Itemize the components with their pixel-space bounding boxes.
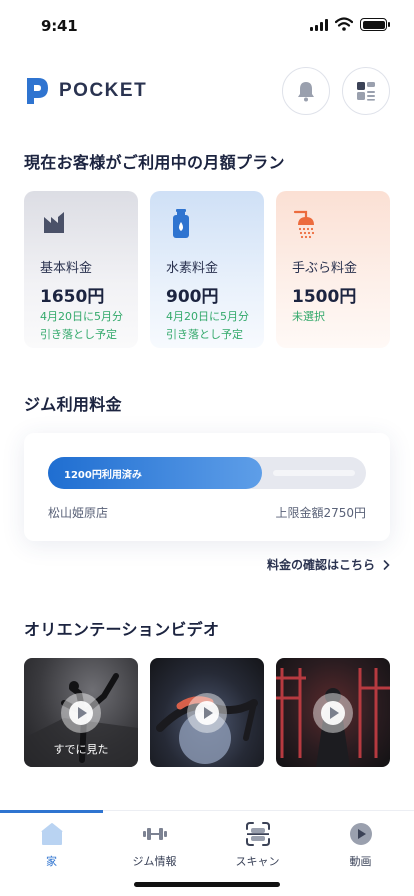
play-button[interactable] xyxy=(313,693,353,733)
plan-card-hydrogen[interactable]: 水素料金 900円 4月20日に5月分 引き落とし予定 xyxy=(150,191,264,348)
plan-label: 水素料金 xyxy=(166,261,219,276)
progress-used-label: 1200円利用済み xyxy=(64,470,142,481)
plan-price: 900円 xyxy=(166,287,219,307)
plan-card-shower[interactable]: 手ぶら料金 1500円 未選択 xyxy=(276,191,390,348)
home-indicator xyxy=(134,882,280,887)
bell-icon xyxy=(298,82,314,102)
tab-label: ジム情報 xyxy=(132,855,177,868)
home-icon xyxy=(40,823,63,845)
wifi-icon xyxy=(335,17,353,31)
progress-remainder xyxy=(273,470,355,476)
tab-videos[interactable]: 動画 xyxy=(309,811,412,875)
video-play-icon xyxy=(349,823,372,845)
play-icon xyxy=(330,707,339,719)
hydrogen-bottle-icon xyxy=(173,209,189,238)
logo-text: POCKET xyxy=(59,80,148,101)
gym-fee-title: ジム利用料金 xyxy=(24,395,122,414)
play-button[interactable] xyxy=(61,693,101,733)
video-thumbnail-3[interactable] xyxy=(276,658,390,767)
play-button[interactable] xyxy=(187,693,227,733)
plan-price: 1650円 xyxy=(40,287,105,307)
play-icon xyxy=(78,707,87,719)
basic-plan-icon xyxy=(44,212,64,233)
plan-card-basic[interactable]: 基本料金 1650円 4月20日に5月分 引き落とし予定 xyxy=(24,191,138,348)
tab-gym-info[interactable]: ジム情報 xyxy=(103,811,206,875)
videos-title: オリエンテーションビデオ xyxy=(24,620,220,639)
plan-note: 未選択 xyxy=(292,310,325,323)
cellular-signal-icon xyxy=(310,19,328,31)
plan-price: 1500円 xyxy=(292,287,357,307)
shower-icon xyxy=(293,210,315,239)
progress-fill: 1200円利用済み xyxy=(48,457,262,489)
video-thumbnail-2[interactable] xyxy=(150,658,264,767)
menu-button[interactable] xyxy=(342,67,390,115)
plan-note: 4月20日に5月分 引き落とし予定 xyxy=(166,310,249,341)
fee-details-link[interactable]: 料金の確認はこちら xyxy=(267,556,390,573)
pocket-logo-icon xyxy=(27,78,48,104)
scan-icon xyxy=(245,822,270,846)
status-time: 9:41 xyxy=(41,17,78,35)
fee-details-link-label: 料金の確認はこちら xyxy=(266,558,375,572)
app-logo: POCKET xyxy=(24,74,147,108)
status-bar: 9:41 xyxy=(0,0,414,50)
grid-menu-icon xyxy=(357,82,375,101)
gym-fee-limit: 上限金額2750円 xyxy=(275,506,366,520)
tab-label: 動画 xyxy=(349,855,372,868)
battery-icon xyxy=(360,18,390,31)
plan-label: 手ぶら料金 xyxy=(292,261,358,276)
tab-scan[interactable]: スキャン xyxy=(206,811,309,875)
plan-note: 4月20日に5月分 引き落とし予定 xyxy=(40,310,123,341)
watched-caption: すでに見た xyxy=(53,743,109,756)
plans-title: 現在お客様がご利用中の月額プラン xyxy=(24,153,285,172)
play-icon xyxy=(204,707,213,719)
tab-label: スキャン xyxy=(235,855,280,868)
video-thumbnail-1[interactable]: すでに見た xyxy=(24,658,138,767)
tab-label: 家 xyxy=(46,855,57,868)
dumbbell-icon xyxy=(142,828,167,840)
gym-fee-card: 1200円利用済み 松山姫原店 上限金額2750円 xyxy=(24,433,390,541)
gym-store-name: 松山姫原店 xyxy=(48,506,109,520)
chevron-right-icon xyxy=(383,559,390,570)
notification-button[interactable] xyxy=(282,67,330,115)
plan-label: 基本料金 xyxy=(40,261,93,276)
gym-fee-progress-bar: 1200円利用済み xyxy=(48,457,366,489)
tab-home[interactable]: 家 xyxy=(0,811,103,875)
